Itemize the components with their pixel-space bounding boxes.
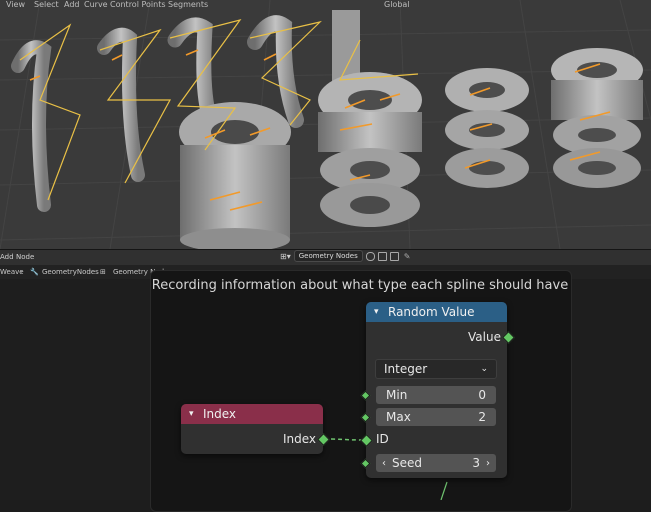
max-field[interactable]: Max 2	[376, 408, 496, 426]
increment-icon[interactable]: ›	[486, 458, 490, 469]
chevron-right-icon: ›	[20, 268, 23, 276]
torus-stacks	[179, 48, 643, 249]
viewport-menu-control-points[interactable]: Control Points	[110, 0, 166, 9]
chevron-down-icon: ⌄	[480, 364, 488, 374]
random-value-node-title: Random Value	[388, 305, 475, 319]
shield-icon[interactable]	[365, 251, 375, 261]
close-icon[interactable]	[389, 251, 399, 261]
node-tree-name-field[interactable]: Geometry Nodes	[293, 250, 363, 262]
frame-label: Recording information about what type ea…	[151, 278, 569, 293]
node-tree-icon[interactable]: ⊞▾	[280, 252, 291, 261]
viewport-menu-add[interactable]: Add	[64, 0, 80, 9]
index-node-header[interactable]: ▾ Index	[181, 404, 323, 424]
id-input-label: ID	[376, 432, 389, 446]
value-output-label: Value	[468, 330, 501, 344]
viewport-menu-segments[interactable]: Segments	[168, 0, 208, 9]
pin-icon[interactable]: ✎	[404, 252, 411, 261]
chevron-right-icon: ›	[90, 268, 93, 276]
node-menu[interactable]: Node	[16, 253, 34, 261]
3d-viewport[interactable]: View Select Add Curve Control Points Seg…	[0, 0, 651, 249]
index-node-title: Index	[203, 407, 237, 421]
transform-orientation[interactable]: Global	[384, 0, 410, 9]
add-menu[interactable]: Add	[0, 253, 14, 261]
viewport-scene	[0, 0, 651, 249]
decrement-icon[interactable]: ‹	[382, 458, 386, 469]
index-node[interactable]: ▾ Index	[181, 404, 323, 454]
viewport-menu-view[interactable]: View	[6, 0, 25, 9]
wrench-icon: 🔧	[30, 268, 39, 276]
seed-field[interactable]: ‹ Seed 3 ›	[376, 454, 496, 472]
data-type-dropdown[interactable]: Integer ⌄	[375, 359, 497, 379]
node-tree-icon: ⊞	[100, 268, 106, 276]
random-value-node-header[interactable]: ▾ Random Value	[366, 302, 507, 322]
copy-icon[interactable]	[377, 251, 387, 261]
chevron-down-icon[interactable]: ▾	[189, 409, 199, 419]
frame-node[interactable]	[150, 270, 572, 512]
viewport-menu-curve[interactable]: Curve	[84, 0, 108, 9]
node-tree-selector: ⊞▾ Geometry Nodes ✎	[280, 250, 410, 262]
chevron-down-icon[interactable]: ▾	[374, 307, 384, 317]
min-field[interactable]: Min 0	[376, 386, 496, 404]
index-output-label: Index	[283, 432, 317, 446]
viewport-menu-select[interactable]: Select	[34, 0, 59, 9]
